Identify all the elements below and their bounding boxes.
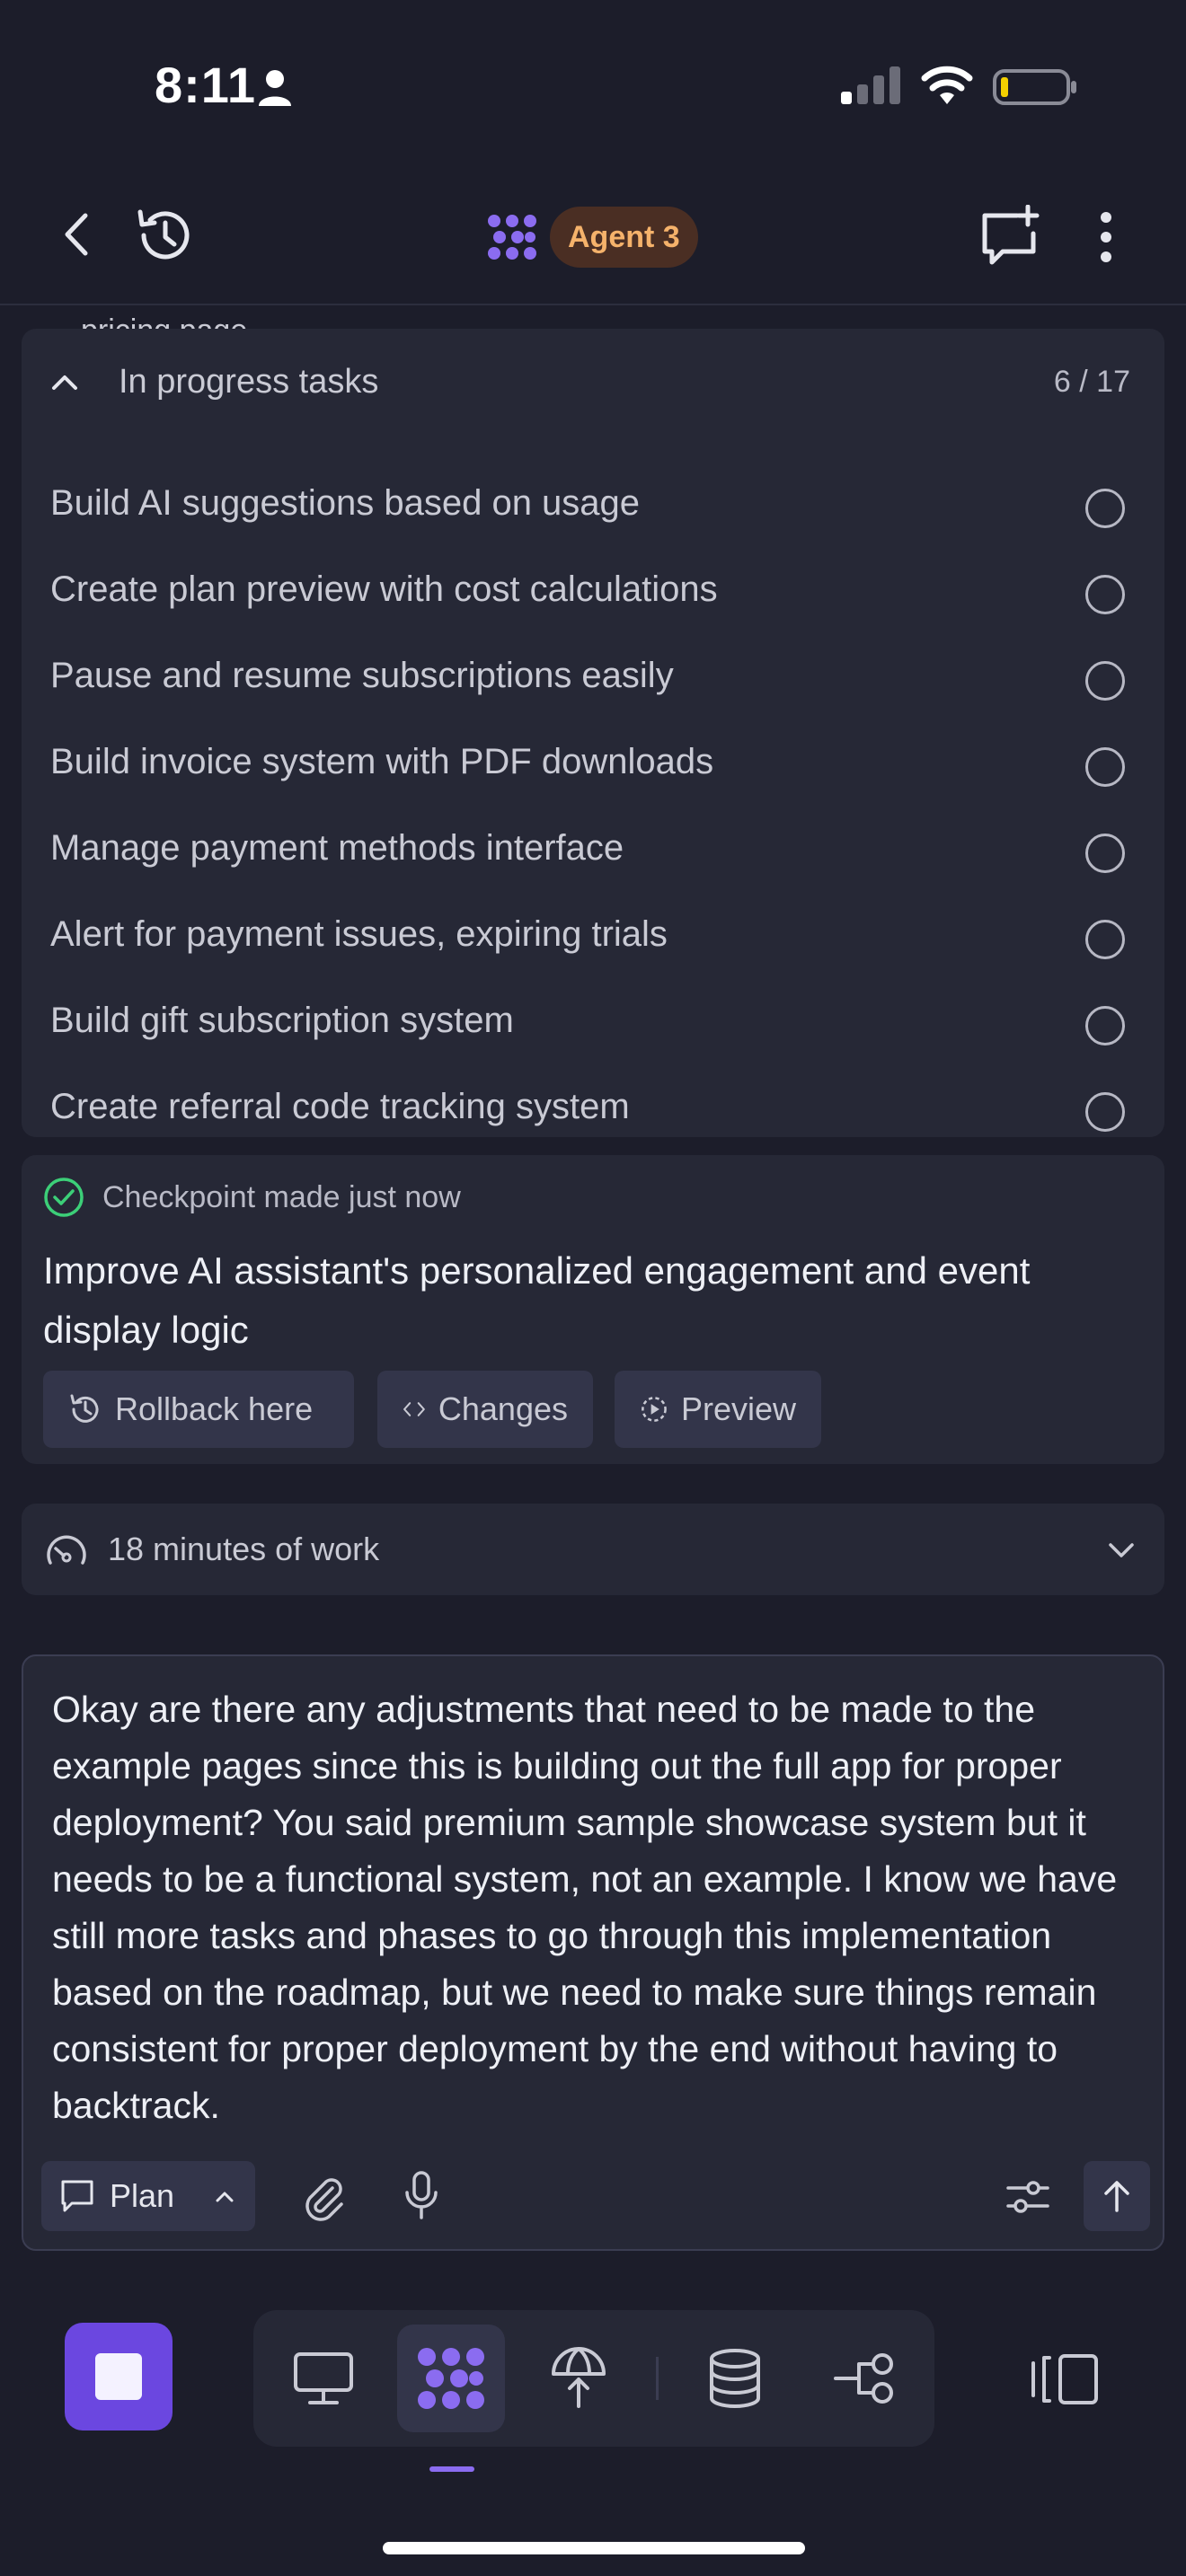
task-checkbox[interactable] [1085,575,1125,614]
task-item[interactable]: Create plan preview with cost calculatio… [22,550,1164,636]
task-checkbox[interactable] [1085,920,1125,959]
plan-mode-button[interactable]: Plan [41,2161,255,2231]
more-button[interactable] [1084,203,1128,271]
rollback-label: Rollback here [115,1390,314,1427]
chat-bubble-icon [61,2180,93,2212]
checkpoint-card: Checkpoint made just now Improve AI assi… [22,1155,1164,1464]
code-icon [403,1402,425,1416]
plan-mode-label: Plan [110,2177,175,2214]
preview-button[interactable]: Preview [615,1371,821,1448]
task-label: Build AI suggestions based on usage [50,483,641,523]
task-label: Create plan preview with cost calculatio… [50,569,718,609]
checkpoint-status: Checkpoint made just now [102,1180,461,1214]
signal-icon [841,66,900,104]
task-checkbox[interactable] [1085,834,1125,873]
panel-toggle-button[interactable] [1022,2339,1109,2420]
status-time: 8:11 [155,57,256,113]
nav-divider [656,2357,659,2400]
changes-button[interactable]: Changes [377,1371,593,1448]
rollback-button[interactable]: Rollback here [43,1371,354,1448]
bottom-nav [253,2310,934,2447]
nav-preview-tab[interactable] [270,2325,377,2432]
chevron-up-icon [216,2192,234,2202]
task-item[interactable]: Pause and resume subscriptions easily [22,636,1164,722]
task-label: Build invoice system with PDF downloads [50,742,714,781]
tasks-title: In progress tasks [119,363,379,401]
preview-icon [642,1397,667,1422]
work-summary[interactable]: 18 minutes of work [22,1504,1164,1595]
agent-logo-icon [485,212,539,262]
task-checkbox[interactable] [1085,747,1125,787]
nav-deploy-tab[interactable] [525,2325,633,2432]
tasks-panel: In progress tasks 6 / 17 Build AI sugges… [22,329,1164,1137]
deploy-icon [552,2347,606,2408]
back-icon [65,213,88,256]
preview-label: Preview [680,1390,796,1427]
stop-icon [95,2353,142,2400]
new-chat-button[interactable] [974,201,1046,273]
history-button[interactable] [129,199,201,271]
task-label: Alert for payment issues, expiring trial… [50,914,668,954]
microphone-icon[interactable] [399,2170,444,2222]
nav-database-tab[interactable] [681,2325,789,2432]
wifi-icon [921,66,973,104]
chevron-down-icon[interactable] [1105,1534,1137,1566]
task-checkbox[interactable] [1085,661,1125,701]
task-checkbox[interactable] [1085,1092,1125,1132]
sliders-icon[interactable] [1003,2172,1053,2222]
arrow-up-icon [1104,2181,1129,2212]
more-icon [1101,212,1111,262]
task-item[interactable]: Alert for payment issues, expiring trial… [22,895,1164,981]
message-composer[interactable]: Okay are there any adjustments that need… [22,1654,1164,2251]
tasks-header[interactable]: In progress tasks 6 / 17 [22,329,1164,437]
task-label: Pause and resume subscriptions easily [50,656,674,695]
nav-agent-tab[interactable] [397,2325,505,2432]
rollback-icon [70,1394,99,1423]
send-button[interactable] [1084,2161,1150,2231]
nav-active-indicator [429,2466,474,2472]
database-icon [710,2349,760,2408]
task-label: Create referral code tracking system [50,1087,630,1126]
new-chat-icon [982,205,1040,265]
back-button[interactable] [45,203,108,266]
task-checkbox[interactable] [1085,1006,1125,1045]
message-input[interactable]: Okay are there any adjustments that need… [52,1681,1148,2134]
home-indicator [383,2542,805,2554]
task-label: Build gift subscription system [50,1001,514,1040]
person-icon [259,70,291,106]
tasks-count: 6 / 17 [1053,365,1130,399]
scrolled-content-peek: pricing page [81,313,248,331]
header: Agent 3 [0,180,1186,305]
checkpoint-message: Improve AI assistant's personalized enga… [43,1249,1031,1351]
work-summary-text: 18 minutes of work [108,1531,380,1567]
status-bar: 8:11 [0,0,1186,171]
history-icon [137,209,190,260]
agent-name-badge[interactable]: Agent 3 [550,207,698,268]
battery-icon [993,69,1076,105]
task-item[interactable]: Manage payment methods interface [22,808,1164,895]
task-item[interactable]: Build invoice system with PDF downloads [22,722,1164,808]
stop-button[interactable] [65,2323,173,2430]
task-checkbox[interactable] [1085,489,1125,528]
task-item[interactable]: Build AI suggestions based on usage [22,463,1164,550]
task-item[interactable]: Build gift subscription system [22,981,1164,1067]
task-item[interactable]: Create referral code tracking system [22,1067,1164,1137]
chevron-up-icon[interactable] [49,366,81,399]
nav-integrations-tab[interactable] [810,2325,918,2432]
monitor-icon [294,2352,353,2404]
task-list: Build AI suggestions based on usage Crea… [22,463,1164,1137]
paperclip-icon[interactable] [298,2172,349,2222]
speedometer-icon [47,1535,86,1565]
check-circle-icon [44,1178,84,1217]
changes-label: Changes [438,1390,568,1427]
integrations-icon [834,2353,893,2404]
task-label: Manage payment methods interface [50,828,624,868]
agent-logo-icon [418,2348,484,2409]
panel-toggle-icon [1031,2354,1098,2404]
